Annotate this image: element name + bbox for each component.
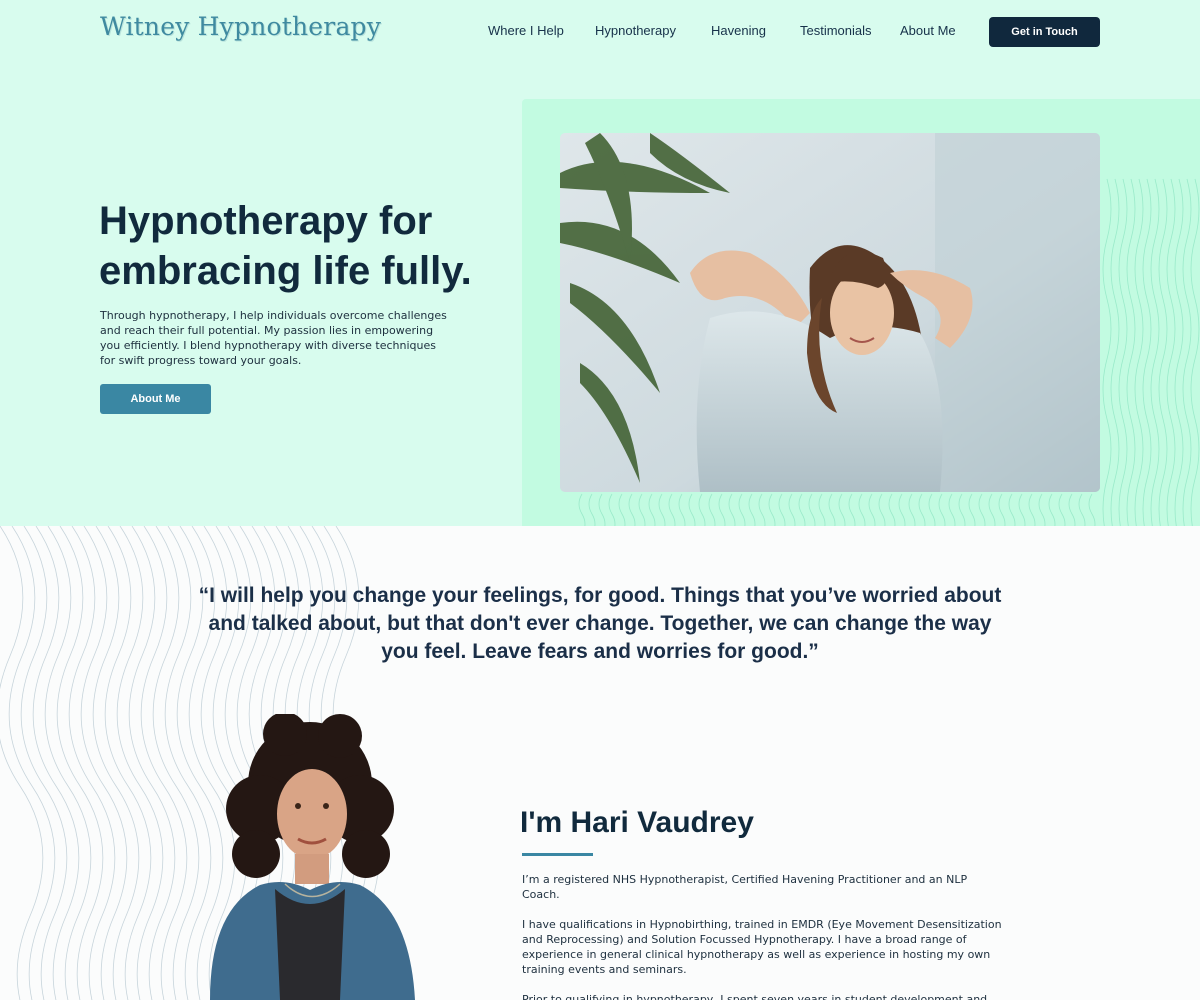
nav-testimonials[interactable]: Testimonials <box>800 23 872 38</box>
hero-title: Hypnotherapy for embracing life fully. <box>99 199 472 293</box>
relaxed-woman-photo <box>560 133 1100 492</box>
nav-havening[interactable]: Havening <box>711 23 766 38</box>
get-in-touch-button[interactable]: Get in Touch <box>989 17 1100 47</box>
bio-paragraph: Prior to qualifying in hypnotherapy, I s… <box>522 993 988 1000</box>
site-header: Witney Hypnotherapy Where I Help Hypnoth… <box>0 0 1200 64</box>
nav-where-i-help[interactable]: Where I Help <box>488 23 564 38</box>
hero-description: Through hypnotherapy, I help individuals… <box>100 309 447 367</box>
nav-about-me[interactable]: About Me <box>900 23 956 38</box>
bio-paragraph: I have qualifications in Hypnobirthing, … <box>522 918 1002 976</box>
about-heading: I'm Hari Vaudrey <box>520 806 754 839</box>
testimonial-quote: “I will help you change your feelings, f… <box>198 584 1002 663</box>
about-section: “I will help you change your feelings, f… <box>0 526 1200 1000</box>
nav-hypnotherapy[interactable]: Hypnotherapy <box>595 23 676 38</box>
heading-underline-divider <box>522 853 593 856</box>
bio-paragraph: I’m a registered NHS Hypnotherapist, Cer… <box>522 873 968 901</box>
about-bio: I’m a registered NHS Hypnotherapist, Cer… <box>522 872 1002 1000</box>
site-logo[interactable]: Witney Hypnotherapy <box>100 12 381 41</box>
about-me-button[interactable]: About Me <box>100 384 211 414</box>
portrait-photo <box>190 712 430 1000</box>
